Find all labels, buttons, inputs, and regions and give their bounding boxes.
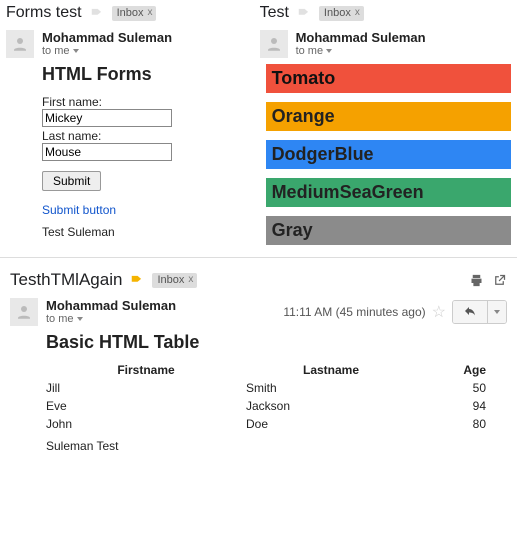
sender-name: Mohammad Suleman [46, 298, 176, 313]
inbox-chip[interactable]: Inbox x [152, 273, 197, 288]
star-icon[interactable]: ☆ [432, 302, 446, 322]
color-bar-gray: Gray [266, 216, 511, 245]
avatar [6, 30, 34, 58]
print-icon[interactable] [469, 273, 484, 288]
label-icon [130, 273, 144, 287]
inbox-chip-label: Inbox [324, 7, 351, 19]
body-text: Test Suleman [42, 225, 248, 239]
cell-lastname: Smith [246, 381, 416, 395]
recipient-line[interactable]: to me [46, 313, 176, 325]
color-bar-tomato: Tomato [266, 64, 511, 93]
basic-table: Firstname Lastname Age Jill Smith 50 Eve… [46, 363, 507, 431]
subject: Test [260, 4, 289, 22]
inbox-chip-label: Inbox [157, 274, 184, 286]
to-text: to me [42, 45, 70, 57]
reply-button[interactable] [453, 301, 487, 323]
inbox-chip-label: Inbox [117, 7, 144, 19]
table-heading: Basic HTML Table [46, 332, 507, 353]
cell-lastname: Doe [246, 417, 416, 431]
color-bar-dodgerblue: DodgerBlue [266, 140, 511, 169]
inbox-chip-close[interactable]: x [355, 7, 360, 18]
cell-age: 94 [416, 399, 486, 413]
submit-button[interactable]: Submit [42, 171, 101, 191]
chevron-down-icon[interactable] [326, 49, 332, 53]
subject: TesthTMlAgain [10, 270, 122, 290]
to-text: to me [296, 45, 324, 57]
col-age: Age [416, 363, 486, 377]
col-firstname: Firstname [46, 363, 246, 377]
inbox-chip-close[interactable]: x [188, 274, 193, 285]
chevron-down-icon[interactable] [77, 317, 83, 321]
inbox-chip[interactable]: Inbox x [319, 6, 364, 21]
table-row: Eve Jackson 94 [46, 399, 507, 413]
sender-name: Mohammad Suleman [296, 30, 426, 45]
cell-firstname: John [46, 417, 246, 431]
submit-button-link[interactable]: Submit button [42, 203, 248, 217]
reply-more-button[interactable] [487, 301, 506, 323]
table-row: John Doe 80 [46, 417, 507, 431]
color-bar-mediumseagreen: MediumSeaGreen [266, 178, 511, 207]
forms-heading: HTML Forms [42, 64, 248, 85]
label-icon [90, 6, 104, 20]
first-name-input[interactable] [42, 109, 172, 127]
table-header-row: Firstname Lastname Age [46, 363, 507, 377]
avatar [260, 30, 288, 58]
popout-icon[interactable] [492, 273, 507, 288]
table-row: Jill Smith 50 [46, 381, 507, 395]
first-name-label: First name: [42, 95, 248, 109]
label-icon [297, 6, 311, 20]
cell-age: 50 [416, 381, 486, 395]
inbox-chip-close[interactable]: x [147, 7, 152, 18]
recipient-line[interactable]: to me [42, 45, 172, 57]
last-name-label: Last name: [42, 129, 248, 143]
timestamp: 11:11 AM (45 minutes ago) [283, 305, 425, 319]
cell-firstname: Jill [46, 381, 246, 395]
color-bar-orange: Orange [266, 102, 511, 131]
to-text: to me [46, 313, 74, 325]
avatar [10, 298, 38, 326]
cell-lastname: Jackson [246, 399, 416, 413]
body-text: Suleman Test [46, 439, 507, 453]
chevron-down-icon[interactable] [73, 49, 79, 53]
col-lastname: Lastname [246, 363, 416, 377]
cell-age: 80 [416, 417, 486, 431]
cell-firstname: Eve [46, 399, 246, 413]
inbox-chip[interactable]: Inbox x [112, 6, 157, 21]
recipient-line[interactable]: to me [296, 45, 426, 57]
sender-name: Mohammad Suleman [42, 30, 172, 45]
subject: Forms test [6, 4, 82, 22]
last-name-input[interactable] [42, 143, 172, 161]
